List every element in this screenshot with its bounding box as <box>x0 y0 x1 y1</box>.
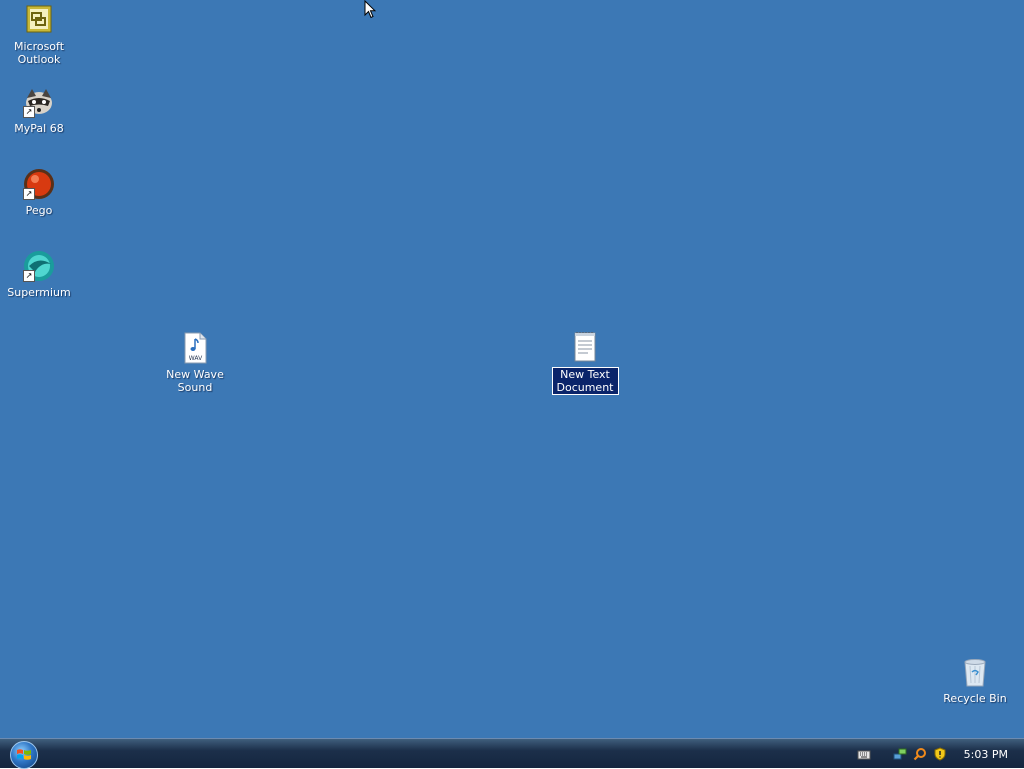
taskbar: 5:03 PM <box>0 738 1024 769</box>
wav-file-icon: WAV <box>179 332 211 364</box>
desktop-icon-label: New Wave Sound <box>166 368 224 394</box>
desktop-icon-label: Pego <box>25 204 53 217</box>
desktop-icon-supermium[interactable]: ↗ Supermium <box>1 250 77 299</box>
mouse-cursor-icon <box>364 0 377 23</box>
desktop-icon-recycle-bin[interactable]: Recycle Bin <box>937 656 1013 705</box>
desktop-icon-new-wave-sound[interactable]: WAV New Wave Sound <box>157 332 233 394</box>
desktop-icon-label: MyPal 68 <box>14 122 64 135</box>
shortcut-arrow-icon: ↗ <box>23 270 35 282</box>
network-icon[interactable] <box>893 747 907 761</box>
pego-icon: ↗ <box>23 168 55 200</box>
desktop-icon-label: Supermium <box>7 286 71 299</box>
windows-orb-icon <box>17 749 31 760</box>
system-tray: 5:03 PM <box>854 739 1024 769</box>
taskbar-clock[interactable]: 5:03 PM <box>964 748 1008 761</box>
desktop-icon-pego[interactable]: ↗ Pego <box>1 168 77 217</box>
desktop[interactable]: Microsoft Outlook ↗ MyPal 68 ↗ Pego ↗ Su… <box>0 0 1024 738</box>
shortcut-arrow-icon: ↗ <box>23 188 35 200</box>
desktop-icon-mypal-68[interactable]: ↗ MyPal 68 <box>1 86 77 135</box>
desktop-icon-label: Recycle Bin <box>943 692 1007 705</box>
recycle-bin-icon <box>959 656 991 688</box>
desktop-icon-microsoft-outlook[interactable]: Microsoft Outlook <box>1 4 77 66</box>
svg-text:WAV: WAV <box>189 355 203 362</box>
start-button[interactable] <box>10 741 38 769</box>
mypal-icon: ↗ <box>23 86 55 118</box>
keyboard-icon[interactable] <box>857 747 871 761</box>
desktop-icon-label: Microsoft Outlook <box>13 40 65 66</box>
security-shield-icon[interactable] <box>933 747 947 761</box>
shortcut-arrow-icon: ↗ <box>23 106 35 118</box>
rename-textbox[interactable]: New Text Document <box>551 367 619 395</box>
outlook-icon <box>23 4 55 36</box>
search-icon[interactable] <box>913 747 927 761</box>
text-document-icon <box>569 332 601 364</box>
supermium-icon: ↗ <box>23 250 55 282</box>
desktop-icon-new-text-document[interactable]: New Text Document <box>547 332 623 395</box>
